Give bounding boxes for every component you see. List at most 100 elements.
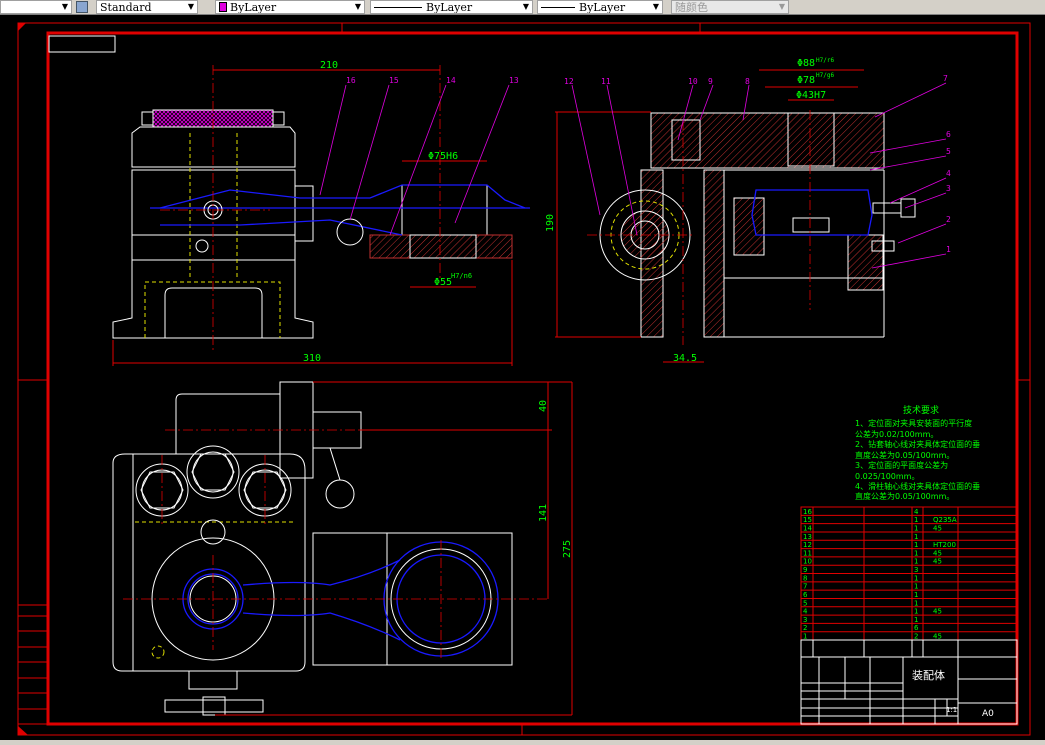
parts-list-row: 13 1 <box>801 533 1017 541</box>
dim-phi55: Φ55 <box>434 277 452 288</box>
balloon-11: 11 <box>601 77 611 86</box>
front-view <box>112 65 530 350</box>
parts-list-row: 51 <box>801 599 1017 608</box>
dim-275: 275 <box>562 540 573 558</box>
parts-list-row: 14 1 45 <box>801 524 1017 533</box>
parts-list-row: 61 <box>801 591 1017 599</box>
balloon-14: 14 <box>446 76 456 85</box>
parts-qty: 1 <box>914 583 918 591</box>
tech-req-line: 1、定位面对夹具安装面的平行度 <box>855 418 972 428</box>
balloon-8: 8 <box>745 77 750 86</box>
dim-310: 310 <box>303 353 321 364</box>
balloon-4: 4 <box>946 169 951 178</box>
sheet-size: A0 <box>982 709 994 719</box>
dim-phi88: Φ88 <box>797 58 815 69</box>
parts-material: 45 <box>933 549 942 557</box>
parts-no: 7 <box>803 583 807 591</box>
tech-req-line: 4、滑柱轴心线对夹具体定位面的垂 <box>855 481 980 491</box>
dim-40: 40 <box>538 400 549 412</box>
parts-list-row: 26 <box>801 624 1017 633</box>
tech-req-title: 技术要求 <box>903 404 939 416</box>
top-view <box>112 381 550 716</box>
parts-qty: 1 <box>914 516 918 524</box>
parts-material: 45 <box>933 524 942 532</box>
tech-req-line: 公差为0.02/100mm。 <box>855 429 938 439</box>
parts-no: 13 <box>803 533 812 541</box>
parts-no: 12 <box>803 541 812 549</box>
parts-list-row: 11 1 45 <box>801 549 1017 558</box>
balloon-12: 12 <box>564 77 574 86</box>
parts-list: 16 415 1 Q235A14 1 4513 112 1 HT20011 1 4510 1 459 38… <box>800 506 1018 641</box>
balloon-15: 15 <box>389 76 399 85</box>
parts-qty: 1 <box>914 616 918 624</box>
parts-material: HT200 <box>933 541 956 549</box>
parts-qty: 1 <box>914 574 918 582</box>
drawing-title: 装配体 <box>912 668 945 682</box>
parts-list-row: 4 1 45 <box>801 608 1017 616</box>
tech-req-line: 直度公差为0.05/100mm。 <box>855 450 954 460</box>
balloon-5: 5 <box>946 147 951 156</box>
parts-list-row: 10 1 45 <box>801 558 1017 566</box>
dim-phi75: Φ75H6 <box>428 151 458 162</box>
status-bar <box>0 740 1045 745</box>
tech-req-line: 2、钻套轴心线对夹具体定位面的垂 <box>855 439 980 449</box>
parts-qty: 1 <box>914 549 918 557</box>
balloon-10: 10 <box>688 77 698 86</box>
parts-no: 2 <box>803 624 807 632</box>
parts-material: 45 <box>933 608 942 616</box>
dim-phi43: Φ43H7 <box>796 90 826 101</box>
dim-phi55-fit: H7/n6 <box>451 272 472 280</box>
parts-no: 3 <box>803 616 807 624</box>
parts-no: 10 <box>803 558 812 566</box>
parts-material: 45 <box>933 633 942 641</box>
parts-no: 5 <box>803 599 807 607</box>
dim-141: 141 <box>538 504 549 522</box>
balloon-1: 1 <box>946 245 951 254</box>
parts-list-row: 15 1 Q235A <box>801 516 1017 525</box>
binding-strip <box>17 604 49 725</box>
parts-no: 1 <box>803 633 807 641</box>
drawing-canvas[interactable]: 210 310 Φ75H6 Φ55 H7/n6 16 15 14 13 190 … <box>0 0 1045 745</box>
balloon-9: 9 <box>708 77 713 86</box>
parts-qty: 1 <box>914 608 918 616</box>
front-view-balloons: 16 15 14 13 <box>319 76 519 236</box>
parts-list-row: 16 4 <box>801 508 1017 516</box>
parts-list-row: 93 <box>801 566 1017 574</box>
parts-no: 16 <box>803 508 812 516</box>
parts-no: 14 <box>803 524 812 532</box>
dim-phi88-fit: H7/r6 <box>816 57 834 64</box>
parts-qty: 1 <box>914 533 918 541</box>
balloon-7: 7 <box>943 74 948 83</box>
balloon-13: 13 <box>509 76 519 85</box>
tech-req-line: 0.025/100mm。 <box>855 472 919 481</box>
tech-req-line: 3、定位面的平面度公差为 <box>855 460 948 470</box>
technical-requirements: 技术要求 1、定位面对夹具安装面的平行度 公差为0.02/100mm。 2、钻套… <box>855 404 980 501</box>
dim-190: 190 <box>545 214 556 232</box>
parts-list-row: 81 <box>801 574 1017 583</box>
parts-qty: 1 <box>914 599 918 607</box>
parts-qty: 3 <box>914 566 918 574</box>
parts-list-row: 12 1 HT200 <box>801 541 1017 550</box>
parts-no: 15 <box>803 516 812 524</box>
parts-no: 4 <box>803 608 808 616</box>
parts-material: 45 <box>933 558 942 566</box>
parts-material: Q235A <box>933 516 957 524</box>
parts-no: 11 <box>803 549 812 557</box>
balloon-3: 3 <box>946 184 951 193</box>
parts-qty: 4 <box>914 508 919 516</box>
parts-no: 6 <box>803 591 808 599</box>
parts-list-row: 31 <box>801 616 1017 624</box>
title-block: 装配体 A0 1:1 <box>800 639 1018 725</box>
parts-no: 8 <box>803 574 807 582</box>
side-view <box>587 110 916 345</box>
parts-qty: 1 <box>914 541 918 549</box>
parts-qty: 1 <box>914 591 918 599</box>
parts-qty: 1 <box>914 558 918 566</box>
parts-qty: 2 <box>914 633 918 641</box>
parts-qty: 1 <box>914 524 918 532</box>
dim-phi78: Φ78 <box>797 75 815 86</box>
parts-qty: 6 <box>914 624 919 632</box>
scale: 1:1 <box>946 706 957 714</box>
balloon-16: 16 <box>346 76 356 85</box>
tech-req-line: 直度公差为0.05/100mm。 <box>855 491 954 501</box>
